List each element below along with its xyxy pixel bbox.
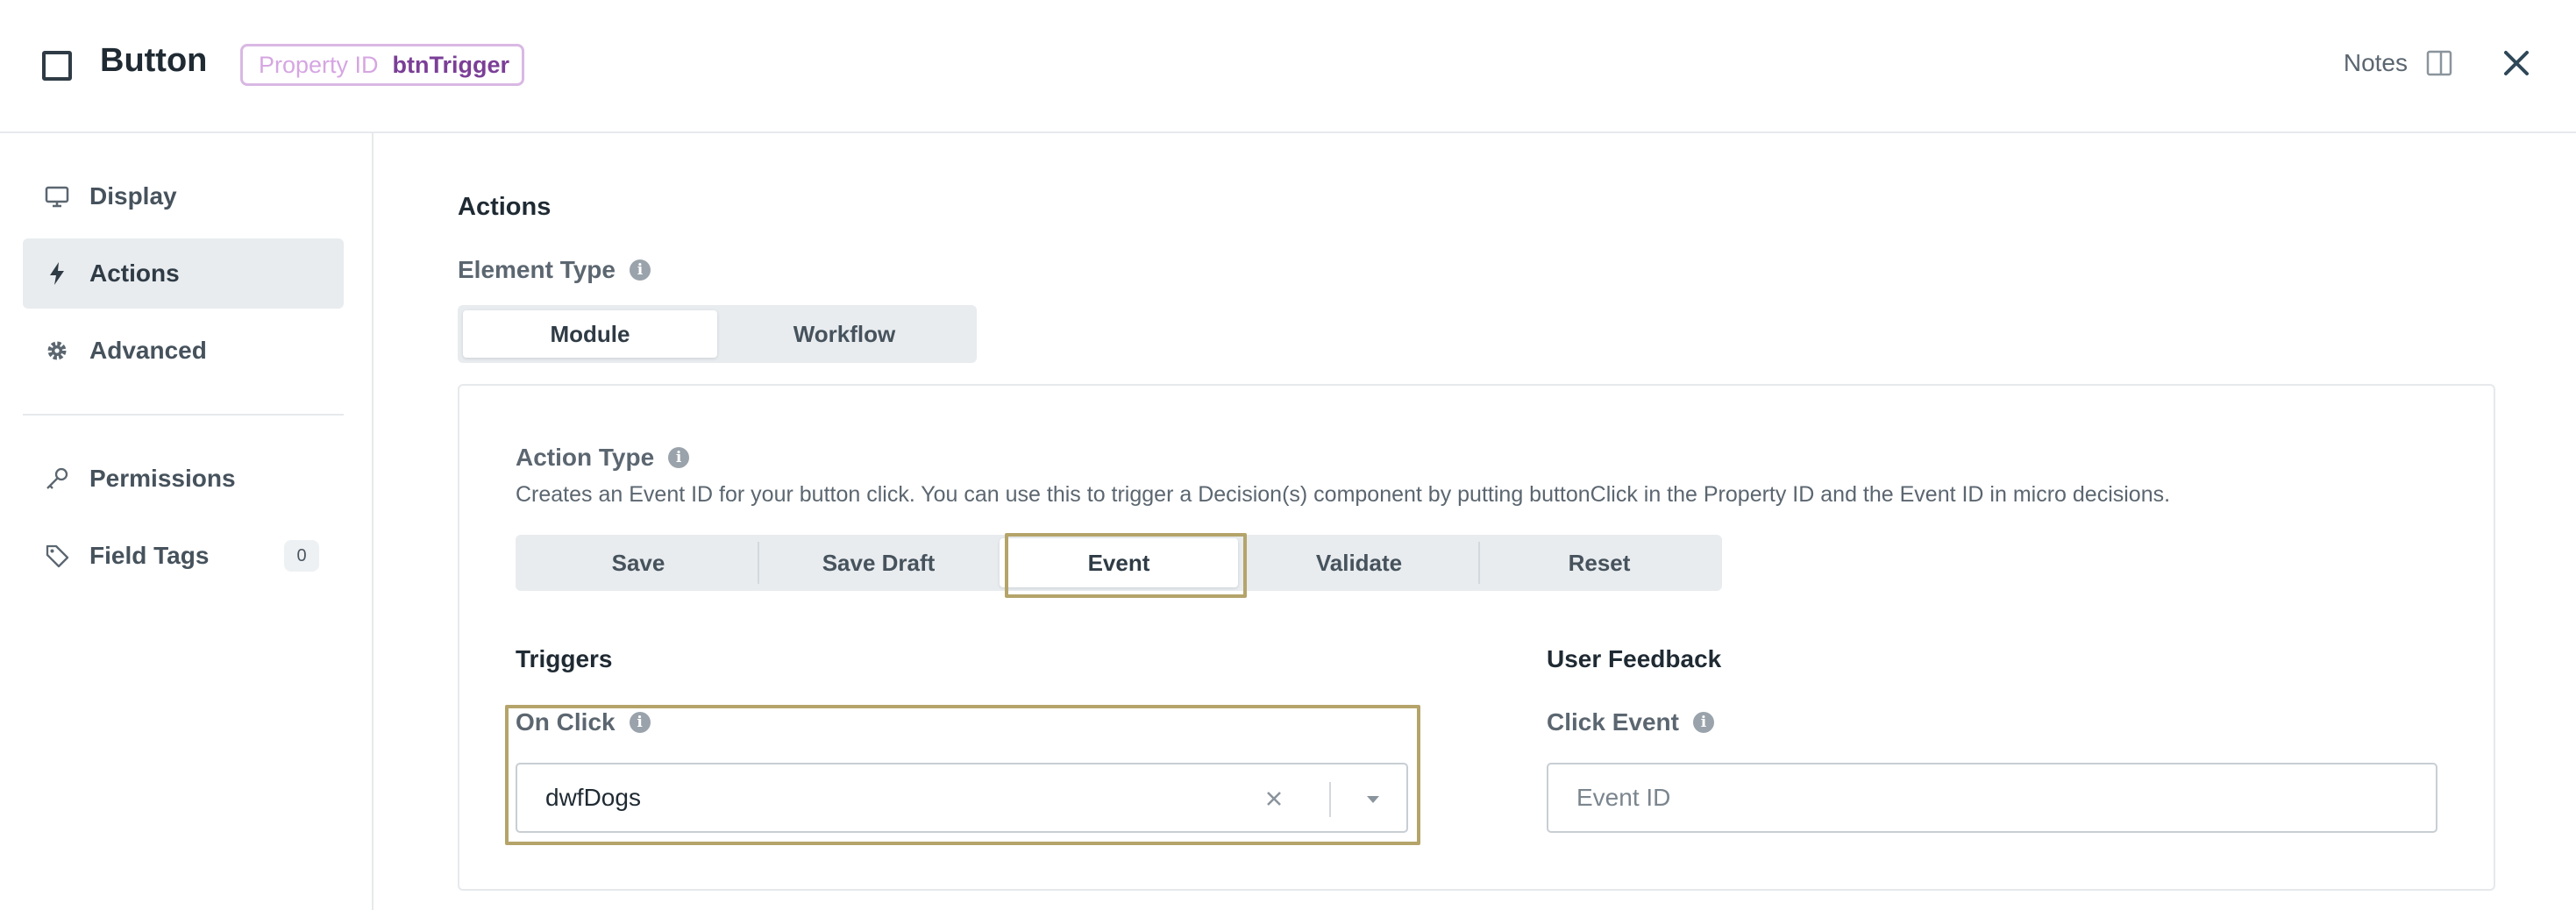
triggers-title: Triggers	[516, 645, 613, 672]
click-event-label-text: Click Event	[1547, 708, 1679, 736]
section-title: Actions	[458, 193, 551, 221]
element-type-module-button[interactable]: Module	[463, 310, 717, 358]
monitor-icon	[44, 183, 70, 210]
notes-toggle[interactable]: Notes	[2344, 49, 2453, 77]
info-icon[interactable]: i	[629, 259, 651, 281]
click-event-input[interactable]	[1547, 763, 2437, 833]
sidebar-item-label: Display	[89, 182, 177, 210]
property-id-label: Property ID	[259, 51, 379, 78]
element-type-label-text: Element Type	[458, 256, 616, 283]
action-type-validate-button[interactable]: Validate	[1240, 538, 1478, 587]
sidebar-item-permissions[interactable]: Permissions	[23, 444, 344, 514]
lightning-icon	[44, 260, 70, 287]
action-type-label: Action Type i	[516, 444, 690, 472]
action-type-save-draft-button[interactable]: Save Draft	[759, 538, 998, 587]
info-icon[interactable]: i	[668, 447, 690, 468]
modal-header: Button Property ID btnTrigger Notes	[0, 0, 2576, 133]
action-type-save-button[interactable]: Save	[519, 538, 758, 587]
panel-icon	[2426, 50, 2452, 76]
element-title: Button	[100, 42, 208, 79]
sidebar-item-label: Permissions	[89, 465, 236, 492]
sidebar-item-label: Advanced	[89, 337, 207, 364]
sidebar-item-advanced[interactable]: Advanced	[23, 316, 344, 386]
sidebar-item-display[interactable]: Display	[23, 161, 344, 231]
info-icon[interactable]: i	[1692, 712, 1714, 733]
action-config-panel: Action Type i Creates an Event ID for yo…	[458, 384, 2495, 891]
sidebar-divider	[23, 414, 344, 416]
user-feedback-title: User Feedback	[1547, 645, 1722, 672]
event-highlight-box	[1005, 533, 1247, 598]
notes-label: Notes	[2343, 49, 2408, 76]
on-click-highlight-box	[505, 705, 1420, 845]
close-icon[interactable]	[2499, 46, 2534, 81]
element-type-label: Element Type i	[458, 256, 651, 284]
sidebar-item-label: Actions	[89, 259, 180, 287]
action-type-label-text: Action Type	[516, 444, 655, 471]
action-type-reset-button[interactable]: Reset	[1480, 538, 1719, 587]
click-event-label: Click Event i	[1547, 708, 1714, 736]
property-id-badge[interactable]: Property ID btnTrigger	[240, 44, 524, 86]
action-type-description: Creates an Event ID for your button clic…	[516, 482, 2171, 507]
sidebar-item-field-tags[interactable]: Field Tags 0	[23, 521, 344, 591]
key-icon	[44, 466, 70, 492]
sidebar-item-actions[interactable]: Actions	[23, 238, 344, 309]
field-tags-count-badge: 0	[284, 540, 319, 572]
sidebar-item-label: Field Tags	[89, 542, 210, 569]
tag-icon	[44, 543, 70, 569]
element-type-segmented: Module Workflow	[458, 305, 977, 363]
actions-content: Actions Element Type i Module Workflow A…	[375, 133, 2576, 910]
gear-icon	[44, 338, 70, 364]
property-id-value: btnTrigger	[392, 51, 510, 78]
element-type-workflow-button[interactable]: Workflow	[717, 310, 971, 358]
settings-sidebar: Display Actions Advanced Permissions Fie…	[0, 133, 374, 910]
element-type-checkbox-icon	[42, 51, 72, 81]
